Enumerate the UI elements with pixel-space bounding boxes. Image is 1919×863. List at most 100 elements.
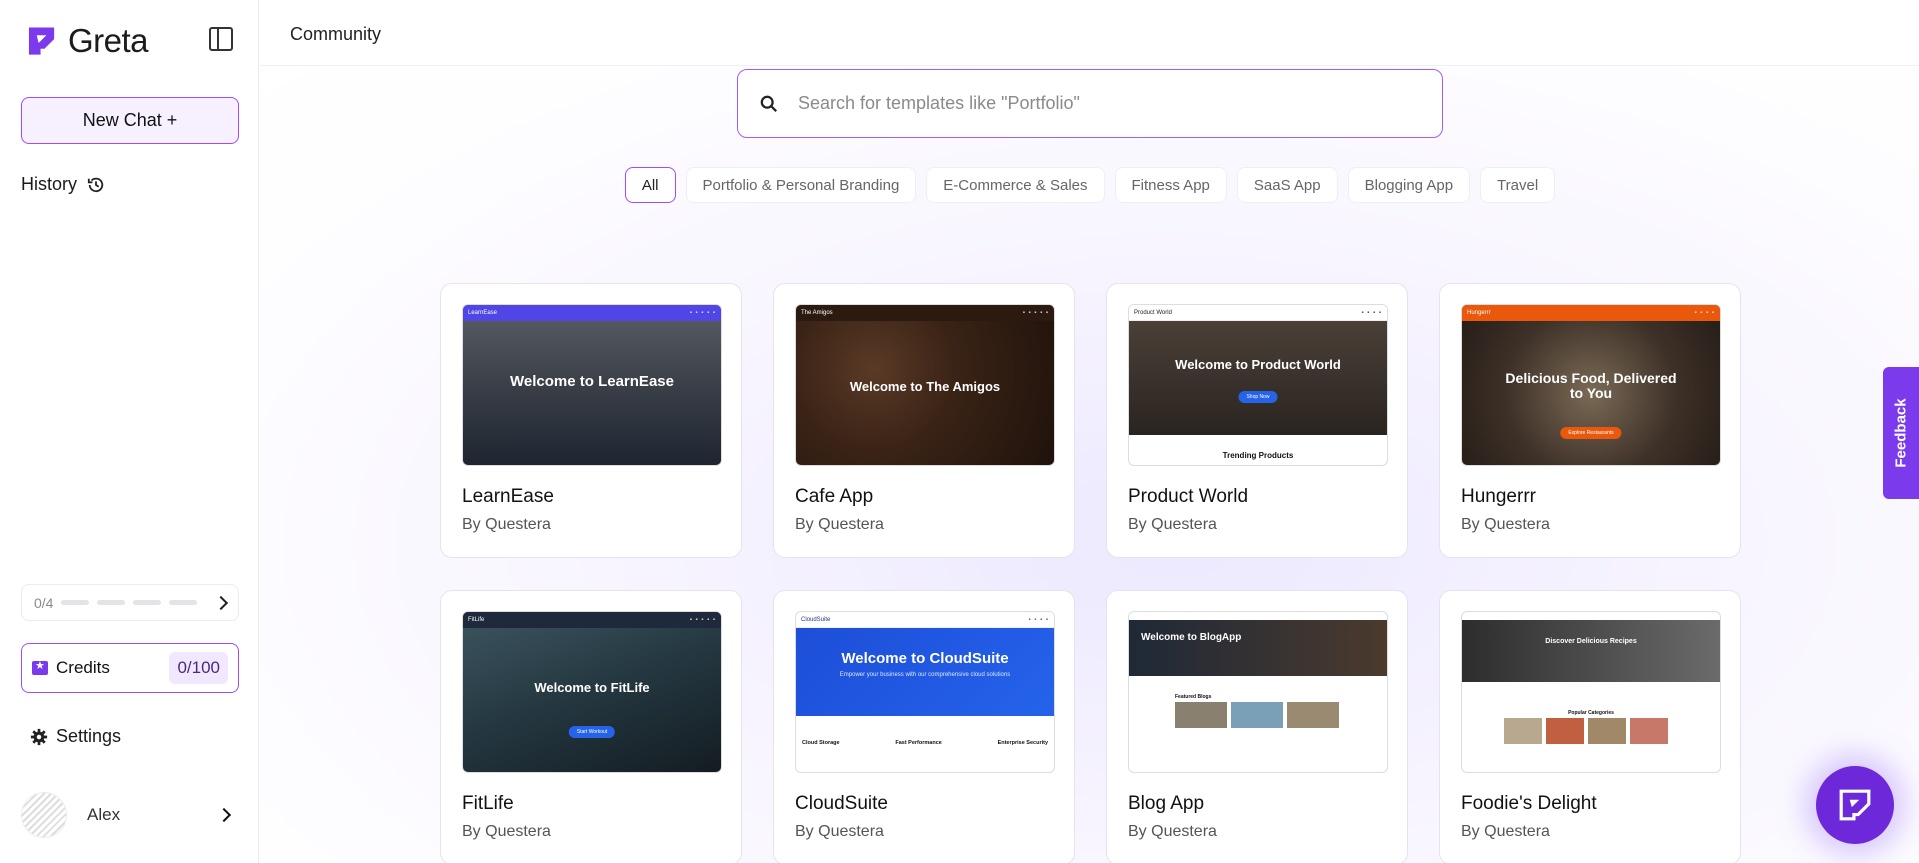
thumb-features: Cloud Storage Fast Performance Enterpris…: [802, 740, 1048, 746]
thumb-image-row: [1504, 718, 1668, 744]
thumb-headline: Welcome to The Amigos: [849, 379, 1001, 394]
thumb-nav-links: ▪ ▪ ▪ ▪: [1028, 616, 1049, 623]
settings-label: Settings: [56, 726, 122, 746]
filter-chip-travel[interactable]: Travel: [1480, 167, 1556, 203]
search-icon: [760, 95, 777, 112]
chevron-right-icon: [216, 807, 232, 823]
template-thumbnail: Discover Delicious Recipes Popular Categ…: [1461, 611, 1721, 773]
template-author: By Questera: [1461, 516, 1550, 533]
history-label: History: [21, 174, 78, 194]
filter-chip-all[interactable]: All: [624, 167, 676, 203]
template-card-learnease[interactable]: LearnEase ▪ ▪ ▪ ▪ ▪ Welcome to LearnEase…: [440, 283, 742, 558]
template-title: Product World: [1128, 486, 1249, 507]
thumb-section-title: Featured Blogs: [1175, 694, 1212, 700]
template-author: By Questera: [462, 516, 551, 533]
thumb-nav: Hungerrr ▪ ▪ ▪ ▪: [1462, 305, 1720, 321]
filter-chip-blogging[interactable]: Blogging App: [1347, 167, 1471, 203]
ticket-icon: [32, 659, 48, 675]
thumb-nav: FitLife ▪ ▪ ▪ ▪ ▪: [463, 612, 721, 628]
sidebar: Greta New Chat + History 0/4 Credits 0/1…: [0, 0, 259, 863]
template-card-foodies-delight[interactable]: Discover Delicious Recipes Popular Categ…: [1439, 590, 1741, 863]
thumb-nav-links: ▪ ▪ ▪ ▪ ▪: [689, 617, 716, 623]
template-card-hungerrr[interactable]: Hungerrr ▪ ▪ ▪ ▪ Delicious Food, Deliver…: [1439, 283, 1741, 558]
assistant-fab[interactable]: [1816, 766, 1894, 844]
thumb-feature: Cloud Storage: [802, 740, 840, 746]
progress-segment: [169, 600, 198, 605]
template-title: FitLife: [462, 793, 514, 814]
template-card-product-world[interactable]: Product World ▪ ▪ ▪ ▪ Welcome to Product…: [1106, 283, 1408, 558]
template-card-cloudsuite[interactable]: CloudSuite ▪ ▪ ▪ ▪ Welcome to CloudSuite…: [773, 590, 1075, 863]
thumb-image: [1175, 702, 1227, 728]
thumb-image: [1231, 702, 1283, 728]
search-bar[interactable]: [737, 69, 1443, 138]
thumb-brand: FitLife: [468, 617, 485, 623]
template-title: Foodie's Delight: [1461, 793, 1597, 814]
thumb-button: Explore Restaurants: [1560, 427, 1622, 439]
filter-chip-ecommerce[interactable]: E-Commerce & Sales: [926, 167, 1105, 203]
thumb-image: [1546, 718, 1584, 744]
template-thumbnail: Welcome to BlogApp Featured Blogs: [1128, 611, 1388, 773]
thumb-headline: Welcome to FitLife: [534, 680, 650, 695]
thumb-section-title: Popular Categories: [1568, 710, 1614, 716]
progress-segment: [133, 600, 162, 605]
feedback-tab[interactable]: Feedback: [1883, 367, 1919, 499]
template-title: CloudSuite: [795, 793, 888, 814]
history-icon: [87, 177, 104, 192]
credits-count: 0/100: [169, 652, 228, 684]
template-author: By Questera: [462, 823, 551, 840]
greta-logo-icon: [28, 27, 55, 55]
template-card-blog-app[interactable]: Welcome to BlogApp Featured Blogs Blog A…: [1106, 590, 1408, 863]
thumb-brand: Hungerrr: [1467, 310, 1491, 316]
template-thumbnail: CloudSuite ▪ ▪ ▪ ▪ Welcome to CloudSuite…: [795, 611, 1055, 773]
chevron-right-icon: [213, 595, 229, 610]
thumb-nav: LearnEase ▪ ▪ ▪ ▪ ▪: [463, 305, 721, 321]
filter-chip-fitness[interactable]: Fitness App: [1114, 167, 1227, 203]
thumb-image: [1504, 718, 1542, 744]
thumb-button: Start Workout: [568, 726, 616, 738]
progress-segment: [61, 600, 90, 605]
thumb-footer: Trending Products: [1222, 451, 1294, 460]
gear-icon: [30, 728, 48, 745]
thumb-nav-links: ▪ ▪ ▪ ▪ ▪: [1022, 310, 1049, 316]
template-card-fitlife[interactable]: FitLife ▪ ▪ ▪ ▪ ▪ Welcome to FitLife Sta…: [440, 590, 742, 863]
template-author: By Questera: [1461, 823, 1550, 840]
template-thumbnail: Hungerrr ▪ ▪ ▪ ▪ Delicious Food, Deliver…: [1461, 304, 1721, 466]
top-bar: Community: [260, 0, 1919, 66]
thumb-headline: Welcome to BlogApp: [1141, 632, 1242, 643]
user-profile[interactable]: Alex: [21, 792, 239, 838]
thumb-nav-links: ▪ ▪ ▪ ▪: [1694, 310, 1715, 316]
thumb-headline: Welcome to CloudSuite: [841, 650, 1009, 667]
template-title: Hungerrr: [1461, 486, 1536, 507]
template-thumbnail: FitLife ▪ ▪ ▪ ▪ ▪ Welcome to FitLife Sta…: [462, 611, 722, 773]
thumb-brand: LearnEase: [468, 310, 498, 316]
app-logo[interactable]: Greta: [27, 22, 149, 60]
template-grid: LearnEase ▪ ▪ ▪ ▪ ▪ Welcome to LearnEase…: [440, 283, 1741, 863]
filter-chip-portfolio[interactable]: Portfolio & Personal Branding: [685, 167, 917, 203]
thumb-button: Shop Now: [1238, 391, 1278, 403]
template-thumbnail: The Amigos ▪ ▪ ▪ ▪ ▪ Welcome to The Amig…: [795, 304, 1055, 466]
settings-button[interactable]: Settings: [30, 726, 121, 747]
thumb-hero-image: [1129, 321, 1387, 435]
page-title: Community: [290, 24, 382, 44]
thumb-hero-band: [1129, 620, 1387, 676]
thumb-subtitle: Empower your business with our comprehen…: [839, 672, 1011, 678]
thumb-image: [1588, 718, 1626, 744]
template-title: Blog App: [1128, 793, 1205, 814]
thumb-nav: Product World ▪ ▪ ▪ ▪: [1129, 305, 1387, 321]
avatar: [21, 792, 67, 838]
thumb-headline: Welcome to Product World: [1175, 357, 1341, 372]
history-header[interactable]: History: [21, 174, 105, 195]
thumb-brand: CloudSuite: [801, 616, 831, 623]
template-card-cafe-app[interactable]: The Amigos ▪ ▪ ▪ ▪ ▪ Welcome to The Amig…: [773, 283, 1075, 558]
new-chat-button[interactable]: New Chat +: [21, 97, 239, 144]
thumb-hero-band: [1462, 620, 1720, 682]
filter-chip-saas[interactable]: SaaS App: [1236, 167, 1338, 203]
toggle-sidebar-icon[interactable]: [209, 27, 233, 51]
credits-button[interactable]: Credits 0/100: [21, 643, 239, 693]
template-thumbnail: LearnEase ▪ ▪ ▪ ▪ ▪ Welcome to LearnEase: [462, 304, 722, 466]
search-input[interactable]: [798, 93, 1420, 114]
onboarding-progress[interactable]: 0/4: [21, 584, 239, 621]
filter-chips: All Portfolio & Personal Branding E-Comm…: [600, 167, 1580, 203]
thumb-brand: The Amigos: [801, 310, 833, 316]
user-name: Alex: [87, 805, 121, 824]
